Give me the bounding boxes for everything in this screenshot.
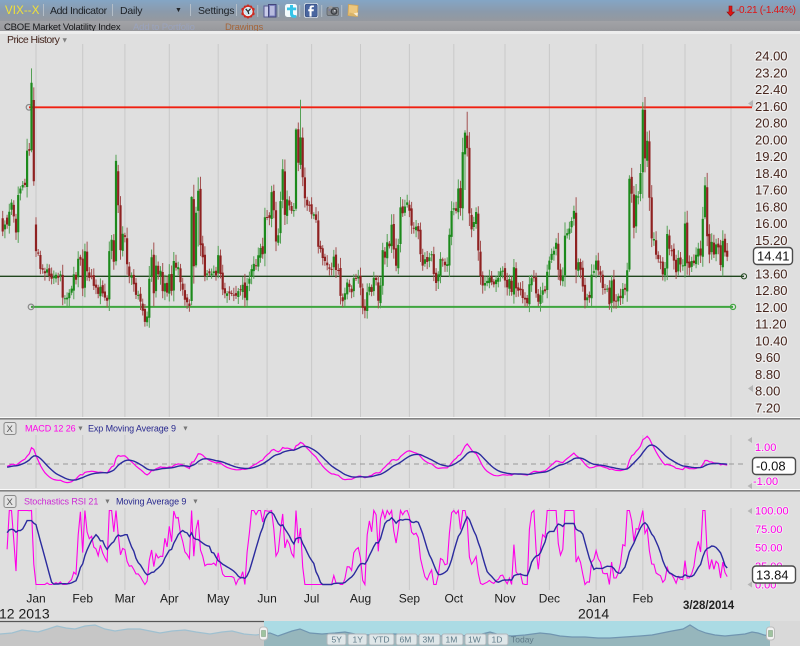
svg-text:9.60: 9.60 xyxy=(755,350,780,365)
svg-text:6M: 6M xyxy=(400,635,412,645)
svg-text:1.00: 1.00 xyxy=(755,442,776,454)
svg-text:12.00: 12.00 xyxy=(755,300,788,315)
svg-text:2014: 2014 xyxy=(578,606,609,622)
svg-text:13.84: 13.84 xyxy=(756,568,789,583)
svg-text:3/28/2014: 3/28/2014 xyxy=(683,600,735,612)
svg-text:Jan: Jan xyxy=(586,592,605,606)
svg-text:1D: 1D xyxy=(492,635,503,645)
svg-text:19.20: 19.20 xyxy=(755,149,788,164)
svg-text:18.40: 18.40 xyxy=(755,166,788,181)
svg-text:50.00: 50.00 xyxy=(755,543,783,555)
svg-text:X: X xyxy=(7,424,14,435)
svg-text:8.00: 8.00 xyxy=(755,384,780,399)
svg-text:X: X xyxy=(7,497,14,508)
svg-text:Stochastics RSI 21: Stochastics RSI 21 xyxy=(24,497,98,507)
svg-text:23.20: 23.20 xyxy=(755,66,788,81)
svg-text:11.20: 11.20 xyxy=(755,317,787,332)
svg-text:5Y: 5Y xyxy=(332,635,343,645)
svg-text:16.80: 16.80 xyxy=(755,199,788,214)
svg-text:Aug: Aug xyxy=(350,592,371,606)
svg-text:16.00: 16.00 xyxy=(755,216,788,231)
svg-text:Dec: Dec xyxy=(539,592,560,606)
svg-text:Exp Moving Average 9: Exp Moving Average 9 xyxy=(88,424,176,434)
svg-text:12.80: 12.80 xyxy=(755,283,788,298)
svg-text:10.40: 10.40 xyxy=(755,333,788,348)
svg-text:▼: ▼ xyxy=(104,499,111,506)
svg-text:17.60: 17.60 xyxy=(755,183,788,198)
svg-text:▼: ▼ xyxy=(61,36,68,45)
svg-text:14.41: 14.41 xyxy=(757,249,790,264)
svg-text:8.80: 8.80 xyxy=(755,367,780,382)
svg-text:▼: ▼ xyxy=(192,499,199,506)
svg-text:Jun: Jun xyxy=(257,592,276,606)
svg-text:Apr: Apr xyxy=(160,592,179,606)
svg-text:Sep: Sep xyxy=(399,592,421,606)
svg-text:MACD 12 26: MACD 12 26 xyxy=(25,424,76,434)
svg-text:20.00: 20.00 xyxy=(755,132,788,147)
svg-text:12 2013: 12 2013 xyxy=(0,606,50,622)
svg-text:22.40: 22.40 xyxy=(755,82,788,97)
svg-text:1M: 1M xyxy=(446,635,458,645)
svg-text:1W: 1W xyxy=(468,635,481,645)
svg-text:Mar: Mar xyxy=(115,592,136,606)
svg-text:Today: Today xyxy=(511,635,534,645)
svg-text:Feb: Feb xyxy=(632,592,653,606)
svg-text:20.80: 20.80 xyxy=(755,116,788,131)
svg-text:-0.08: -0.08 xyxy=(756,459,786,474)
svg-text:75.00: 75.00 xyxy=(755,524,783,536)
svg-text:Moving Average 9: Moving Average 9 xyxy=(116,497,186,507)
svg-text:15.20: 15.20 xyxy=(755,233,788,248)
svg-text:Jan: Jan xyxy=(26,592,45,606)
svg-text:21.60: 21.60 xyxy=(755,99,788,114)
svg-text:May: May xyxy=(207,592,230,606)
svg-text:YTD: YTD xyxy=(373,635,390,645)
svg-text:Oct: Oct xyxy=(444,592,463,606)
svg-text:1Y: 1Y xyxy=(353,635,364,645)
svg-text:3M: 3M xyxy=(423,635,435,645)
svg-text:▼: ▼ xyxy=(182,426,189,433)
svg-text:Feb: Feb xyxy=(72,592,93,606)
svg-text:-1.00: -1.00 xyxy=(753,476,778,488)
svg-text:13.60: 13.60 xyxy=(755,266,788,281)
svg-text:24.00: 24.00 xyxy=(755,49,788,64)
svg-text:Jul: Jul xyxy=(304,592,319,606)
svg-text:▼: ▼ xyxy=(77,426,84,433)
svg-text:Price History: Price History xyxy=(7,34,61,46)
svg-text:Nov: Nov xyxy=(494,592,515,606)
svg-text:100.00: 100.00 xyxy=(755,506,789,518)
svg-text:7.20: 7.20 xyxy=(755,400,780,415)
